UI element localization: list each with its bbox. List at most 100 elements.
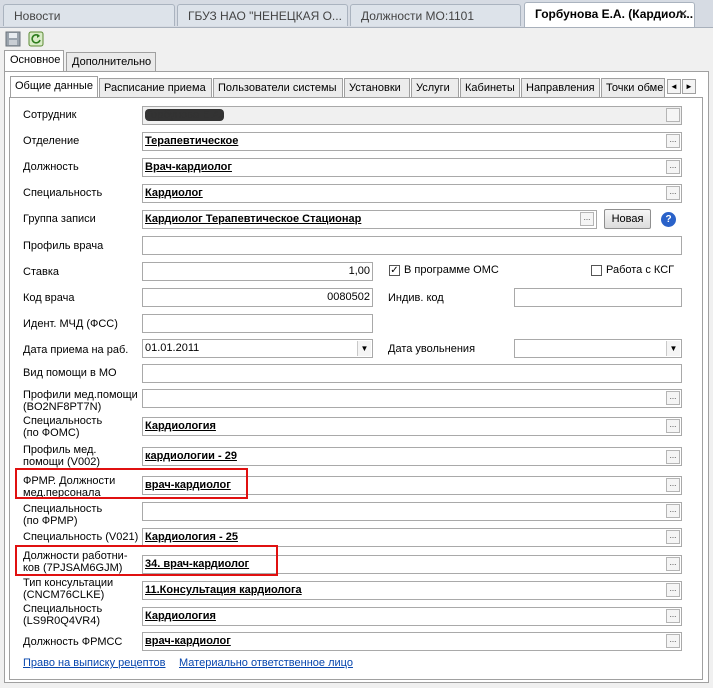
tab-additional[interactable]: Дополнительно bbox=[66, 52, 156, 71]
doctor-code-field[interactable]: 0080502 bbox=[142, 288, 373, 307]
care-type-field[interactable] bbox=[142, 364, 682, 383]
individual-code-label: Индив. код bbox=[388, 292, 444, 304]
doc-tab-organization[interactable]: ГБУЗ НАО "НЕНЕЦКАЯ О... bbox=[177, 4, 348, 26]
doc-tab-employee-label: Горбунова Е.А. (Кардиол... bbox=[535, 7, 694, 21]
dismissal-date-field[interactable] bbox=[514, 339, 682, 358]
new-group-button[interactable]: Новая bbox=[604, 209, 651, 229]
record-group-select-button[interactable]: ... bbox=[580, 212, 594, 226]
tabs-scroll-right-icon[interactable]: ► bbox=[682, 79, 696, 94]
department-select-button[interactable]: ... bbox=[666, 134, 680, 148]
worker-positions-select-button[interactable]: ... bbox=[666, 557, 680, 571]
care-profile-v002-label-line1: Профиль мед. bbox=[23, 444, 97, 456]
care-profiles-field[interactable] bbox=[142, 389, 682, 408]
position-select-button[interactable]: ... bbox=[666, 160, 680, 174]
specialty-foms-label: Специальность (по ФОМС) bbox=[23, 415, 102, 439]
specialty-foms-label-line1: Специальность bbox=[23, 415, 103, 427]
tab-referrals[interactable]: Направления bbox=[521, 78, 600, 97]
consultation-type-label-line1: Тип консультации bbox=[23, 577, 114, 589]
specialty-field[interactable]: Кардиолог bbox=[142, 184, 682, 203]
doc-tab-employee[interactable]: Горбунова Е.А. (Кардиол... ✕ bbox=[524, 2, 695, 27]
specialty-foms-label-line2: (по ФОМС) bbox=[23, 427, 80, 439]
specialty-ls9-label: Специальность (LS9R0Q4VR4) bbox=[23, 603, 102, 627]
consultation-type-label-line2: (CNCM76CLKE) bbox=[23, 589, 105, 601]
specialty-frmr-label: Специальность (по ФРМР) bbox=[23, 503, 102, 527]
consultation-type-select-button[interactable]: ... bbox=[666, 583, 680, 597]
frmss-position-field[interactable]: врач-кардиолог bbox=[142, 632, 682, 651]
ksg-checkbox-label: Работа с КСГ bbox=[606, 264, 675, 276]
rate-field[interactable]: 1,00 bbox=[142, 262, 373, 281]
doctor-profile-field[interactable] bbox=[142, 236, 682, 255]
oms-checkbox[interactable]: ✓ bbox=[389, 265, 400, 276]
specialty-foms-field[interactable]: Кардиология bbox=[142, 417, 682, 436]
employee-select-icon bbox=[666, 108, 680, 122]
specialty-ls9-field[interactable]: Кардиология bbox=[142, 607, 682, 626]
employee-value-redacted: Горбунова Е.А. bbox=[145, 109, 224, 121]
refresh-icon[interactable] bbox=[28, 31, 44, 47]
specialty-ls9-label-line1: Специальность bbox=[23, 603, 103, 615]
frmss-position-select-button[interactable]: ... bbox=[666, 634, 680, 648]
employee-field[interactable]: Горбунова Е.А. bbox=[142, 106, 682, 125]
save-icon[interactable] bbox=[5, 31, 21, 47]
care-profile-v002-label-line2: помощи (V002) bbox=[23, 456, 101, 468]
close-tab-icon[interactable]: ✕ bbox=[678, 3, 688, 25]
care-profile-v002-field[interactable]: кардиологии - 29 bbox=[142, 447, 682, 466]
position-label: Должность bbox=[23, 161, 79, 173]
hire-date-value: 01.01.2011 bbox=[145, 342, 200, 354]
specialty-v021-label: Специальность (V021) bbox=[23, 531, 139, 543]
specialty-select-button[interactable]: ... bbox=[666, 186, 680, 200]
specialty-label: Специальность bbox=[23, 187, 103, 199]
tab-services[interactable]: Услуги bbox=[411, 78, 459, 97]
help-icon[interactable]: ? bbox=[661, 212, 676, 227]
care-profiles-label-line2: (BO2NF8PT7N) bbox=[23, 401, 102, 413]
department-label: Отделение bbox=[23, 135, 80, 147]
care-profiles-select-button[interactable]: ... bbox=[666, 391, 680, 405]
hire-date-field[interactable]: 01.01.2011 bbox=[142, 339, 373, 358]
care-profiles-label-line1: Профили мед.помощи bbox=[23, 389, 138, 401]
dismissal-date-dropdown-icon[interactable]: ▼ bbox=[666, 341, 680, 356]
worker-positions-highlight-box bbox=[15, 545, 278, 576]
department-field[interactable]: Терапевтическое bbox=[142, 132, 682, 151]
dismissal-date-label: Дата увольнения bbox=[388, 343, 476, 355]
tab-exchange-points[interactable]: Точки обме bbox=[601, 78, 665, 97]
prescription-rights-link[interactable]: Право на выписку рецептов bbox=[23, 657, 166, 669]
individual-code-field[interactable] bbox=[514, 288, 682, 307]
specialty-frmr-select-button[interactable]: ... bbox=[666, 504, 680, 518]
consultation-type-field[interactable]: 11.Консультация кардиолога bbox=[142, 581, 682, 600]
doc-tab-news[interactable]: Новости bbox=[3, 4, 175, 26]
record-group-label: Группа записи bbox=[23, 213, 96, 225]
frmr-highlight-box bbox=[15, 468, 248, 499]
tab-settings[interactable]: Установки bbox=[344, 78, 410, 97]
toolbar bbox=[0, 28, 713, 50]
specialty-ls9-label-line2: (LS9R0Q4VR4) bbox=[23, 615, 101, 627]
record-group-field[interactable]: Кардиолог Терапевтическое Стационар bbox=[142, 210, 597, 229]
specialty-v021-select-button[interactable]: ... bbox=[666, 530, 680, 544]
tabs-scroll-left-icon[interactable]: ◄ bbox=[667, 79, 681, 94]
care-profile-v002-select-button[interactable]: ... bbox=[666, 450, 680, 464]
tab-main[interactable]: Основное bbox=[4, 50, 64, 72]
document-tab-strip: Новости ГБУЗ НАО "НЕНЕЦКАЯ О... Должност… bbox=[0, 0, 713, 28]
rate-label: Ставка bbox=[23, 266, 59, 278]
care-profiles-label: Профили мед.помощи (BO2NF8PT7N) bbox=[23, 389, 138, 413]
oms-checkbox-label: В программе ОМС bbox=[404, 264, 499, 276]
tab-system-users[interactable]: Пользователи системы bbox=[213, 78, 343, 97]
tab-schedule[interactable]: Расписание приема bbox=[99, 78, 212, 97]
care-profile-v002-label: Профиль мед. помощи (V002) bbox=[23, 444, 100, 468]
tab-rooms[interactable]: Кабинеты bbox=[460, 78, 520, 97]
frmr-positions-select-button[interactable]: ... bbox=[666, 478, 680, 492]
frmss-position-label: Должность ФРМСС bbox=[23, 636, 123, 648]
specialty-frmr-label-line1: Специальность bbox=[23, 503, 103, 515]
hire-date-dropdown-icon[interactable]: ▼ bbox=[357, 341, 371, 356]
ksg-checkbox[interactable] bbox=[591, 265, 602, 276]
specialty-ls9-select-button[interactable]: ... bbox=[666, 609, 680, 623]
specialty-foms-select-button[interactable]: ... bbox=[666, 419, 680, 433]
specialty-frmr-field[interactable] bbox=[142, 502, 682, 521]
ident-label: Идент. МЧД (ФСС) bbox=[23, 318, 118, 330]
ident-field[interactable] bbox=[142, 314, 373, 333]
doc-tab-positions[interactable]: Должности МО:1101 bbox=[350, 4, 521, 26]
hire-date-label: Дата приема на раб. bbox=[23, 344, 129, 356]
responsible-person-link[interactable]: Материально ответственное лицо bbox=[179, 657, 353, 669]
position-field[interactable]: Врач-кардиолог bbox=[142, 158, 682, 177]
tab-general-data[interactable]: Общие данные bbox=[10, 76, 98, 98]
doctor-profile-label: Профиль врача bbox=[23, 240, 104, 252]
care-type-label: Вид помощи в МО bbox=[23, 367, 117, 379]
